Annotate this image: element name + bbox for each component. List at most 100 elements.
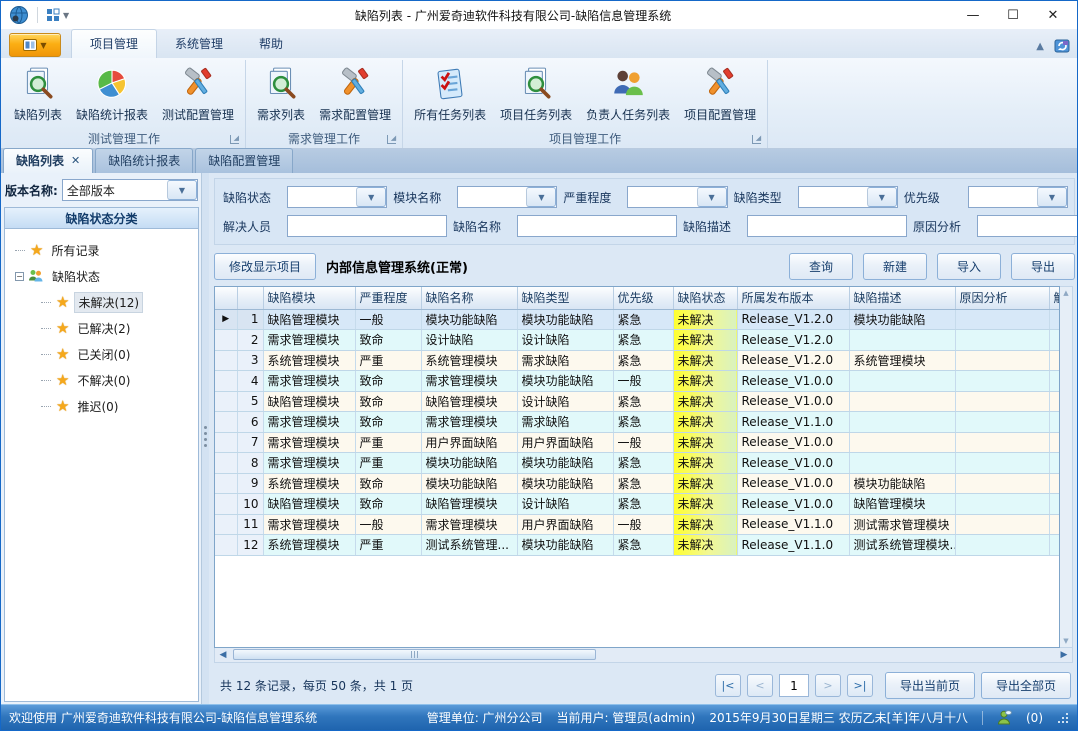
cell-release: Release_V1.0.0 [737, 473, 849, 494]
close-button[interactable]: ✕ [1033, 3, 1073, 27]
tree-item-closed[interactable]: ★ 已关闭(0) [41, 341, 194, 367]
module-name-select[interactable]: ▼ [457, 186, 557, 208]
dialog-launcher-icon[interactable]: ◢ [387, 135, 396, 144]
table-row[interactable]: 7需求管理模块严重用户界面缺陷用户界面缺陷一般未解决Release_V1.0.0 [215, 432, 1060, 453]
table-row[interactable]: ▶1缺陷管理模块一般模块功能缺陷模块功能缺陷紧急未解决Release_V1.2.… [215, 309, 1060, 330]
col-header-solution[interactable]: 解决方法 [1049, 287, 1060, 309]
table-row[interactable]: 8需求管理模块严重模块功能缺陷模块功能缺陷紧急未解决Release_V1.0.0 [215, 453, 1060, 474]
minimize-button[interactable]: — [953, 3, 993, 27]
col-header-name[interactable]: 缺陷名称 [421, 287, 517, 309]
panel-splitter[interactable] [202, 173, 209, 704]
new-button[interactable]: 新建 [863, 253, 927, 280]
filter-panel: 缺陷状态 ▼ 模块名称 ▼ 严重程度 ▼ 缺陷类型 ▼ [214, 178, 1075, 245]
col-header-indicator[interactable] [215, 287, 237, 309]
table-row[interactable]: 6需求管理模块致命需求管理模块需求缺陷紧急未解决Release_V1.1.0 [215, 412, 1060, 433]
cell-release: Release_V1.2.0 [737, 330, 849, 351]
tree-item-postponed[interactable]: ★ 推迟(0) [41, 393, 194, 419]
all-tasks-button[interactable]: 所有任务列表 [407, 63, 493, 126]
doc-tab-defect-config[interactable]: 缺陷配置管理 [195, 148, 293, 173]
next-page-button[interactable]: > [815, 674, 841, 697]
defect-name-input[interactable] [517, 215, 677, 237]
star-icon: ★ [56, 345, 69, 363]
scroll-right-icon[interactable]: ▶ [1056, 648, 1072, 662]
col-header-desc[interactable]: 缺陷描述 [849, 287, 955, 309]
col-header-rownum[interactable] [237, 287, 263, 309]
table-row[interactable]: 10缺陷管理模块致命缺陷管理模块设计缺陷紧急未解决Release_V1.0.0缺… [215, 494, 1060, 515]
horizontal-scrollbar[interactable]: ◀ ▶ [214, 648, 1073, 663]
first-page-button[interactable]: |< [715, 674, 741, 697]
col-header-priority[interactable]: 优先级 [613, 287, 673, 309]
version-select[interactable]: 全部版本 ▼ [62, 179, 198, 201]
scrollbar-thumb[interactable] [233, 649, 596, 660]
doc-tab-defect-list[interactable]: 缺陷列表 ✕ [3, 148, 93, 173]
table-row[interactable]: 4需求管理模块致命需求管理模块模块功能缺陷一般未解决Release_V1.0.0 [215, 371, 1060, 392]
col-header-type[interactable]: 缺陷类型 [517, 287, 613, 309]
application-menu-button[interactable]: ▼ [9, 33, 61, 57]
export-current-page-button[interactable]: 导出当前页 [885, 672, 975, 699]
owner-tasks-button[interactable]: 负责人任务列表 [579, 63, 677, 126]
vertical-scrollbar[interactable]: ▲ ▼ [1060, 286, 1073, 648]
doc-tab-defect-report[interactable]: 缺陷统计报表 [95, 148, 193, 173]
table-row[interactable]: 12系统管理模块严重测试系统管理...模块功能缺陷紧急未解决Release_V1… [215, 535, 1060, 556]
defect-list-button[interactable]: 缺陷列表 [7, 63, 69, 126]
requirement-list-button[interactable]: 需求列表 [250, 63, 312, 126]
col-header-status[interactable]: 缺陷状态 [673, 287, 737, 309]
defect-status-select[interactable]: ▼ [287, 186, 387, 208]
table-row[interactable]: 11需求管理模块一般需求管理模块用户界面缺陷一般未解决Release_V1.1.… [215, 514, 1060, 535]
query-button[interactable]: 查询 [789, 253, 853, 280]
prev-page-button[interactable]: < [747, 674, 773, 697]
ribbon-tab-help[interactable]: 帮助 [241, 30, 301, 58]
resize-grip[interactable] [1057, 712, 1069, 724]
requirement-config-button[interactable]: 需求配置管理 [312, 63, 398, 126]
test-config-button[interactable]: 测试配置管理 [155, 63, 241, 126]
quick-access-toolbar-button[interactable]: ▼ [42, 6, 73, 24]
ribbon-group-test: 缺陷列表 缺陷统计报表 [3, 60, 246, 148]
table-row[interactable]: 9系统管理模块致命模块功能缺陷模块功能缺陷紧急未解决Release_V1.0.0… [215, 473, 1060, 494]
cell-release: Release_V1.0.0 [737, 494, 849, 515]
online-user-icon[interactable] [997, 710, 1012, 725]
cell-type: 模块功能缺陷 [517, 473, 613, 494]
cell-status: 未解决 [673, 412, 737, 433]
dialog-launcher-icon[interactable]: ◢ [230, 135, 239, 144]
import-button[interactable]: 导入 [937, 253, 1001, 280]
close-tab-icon[interactable]: ✕ [71, 154, 80, 167]
defect-type-select[interactable]: ▼ [798, 186, 898, 208]
resolver-input[interactable] [287, 215, 447, 237]
maximize-button[interactable]: ☐ [993, 3, 1033, 27]
collapse-node-icon[interactable]: − [15, 272, 24, 281]
col-header-release[interactable]: 所属发布版本 [737, 287, 849, 309]
table-row[interactable]: 3系统管理模块严重系统管理模块需求缺陷紧急未解决Release_V1.2.0系统… [215, 350, 1060, 371]
export-all-pages-button[interactable]: 导出全部页 [981, 672, 1071, 699]
ribbon-tab-system[interactable]: 系统管理 [157, 30, 241, 58]
tree-item-all-records[interactable]: ★ 所有记录 [15, 237, 194, 263]
tree-item-wont-fix[interactable]: ★ 不解决(0) [41, 367, 194, 393]
row-indicator [215, 494, 237, 515]
priority-select[interactable]: ▼ [968, 186, 1068, 208]
defect-report-button[interactable]: 缺陷统计报表 [69, 63, 155, 126]
tree-item-unresolved[interactable]: ★ 未解决(12) [41, 289, 194, 315]
modify-columns-button[interactable]: 修改显示项目 [214, 253, 316, 280]
cell-severity: 致命 [355, 412, 421, 433]
cause-analysis-input[interactable] [977, 215, 1078, 237]
tree-item-defect-status[interactable]: − 缺陷状态 [15, 263, 194, 289]
defect-desc-input[interactable] [747, 215, 907, 237]
ribbon-tab-project[interactable]: 项目管理 [71, 29, 157, 58]
col-header-severity[interactable]: 严重程度 [355, 287, 421, 309]
project-config-button[interactable]: 项目配置管理 [677, 63, 763, 126]
col-header-module[interactable]: 缺陷模块 [263, 287, 355, 309]
scroll-left-icon[interactable]: ◀ [215, 648, 231, 662]
last-page-button[interactable]: >| [847, 674, 873, 697]
severity-select[interactable]: ▼ [627, 186, 727, 208]
tree-item-resolved[interactable]: ★ 已解决(2) [41, 315, 194, 341]
table-row[interactable]: 5缺陷管理模块致命缺陷管理模块设计缺陷紧急未解决Release_V1.0.0 [215, 391, 1060, 412]
export-button[interactable]: 导出 [1011, 253, 1075, 280]
project-tasks-button[interactable]: 项目任务列表 [493, 63, 579, 126]
collapse-ribbon-icon[interactable]: ▲ [1036, 41, 1044, 52]
table-row[interactable]: 2需求管理模块致命设计缺陷设计缺陷紧急未解决Release_V1.2.0 [215, 330, 1060, 351]
style-switch-icon[interactable] [1054, 38, 1071, 54]
page-number-input[interactable] [779, 674, 809, 697]
dialog-launcher-icon[interactable]: ◢ [752, 135, 761, 144]
col-header-analysis[interactable]: 原因分析 [955, 287, 1049, 309]
ribbon-group-label: 项目管理工作 ◢ [407, 128, 763, 148]
cell-name: 缺陷管理模块 [421, 494, 517, 515]
